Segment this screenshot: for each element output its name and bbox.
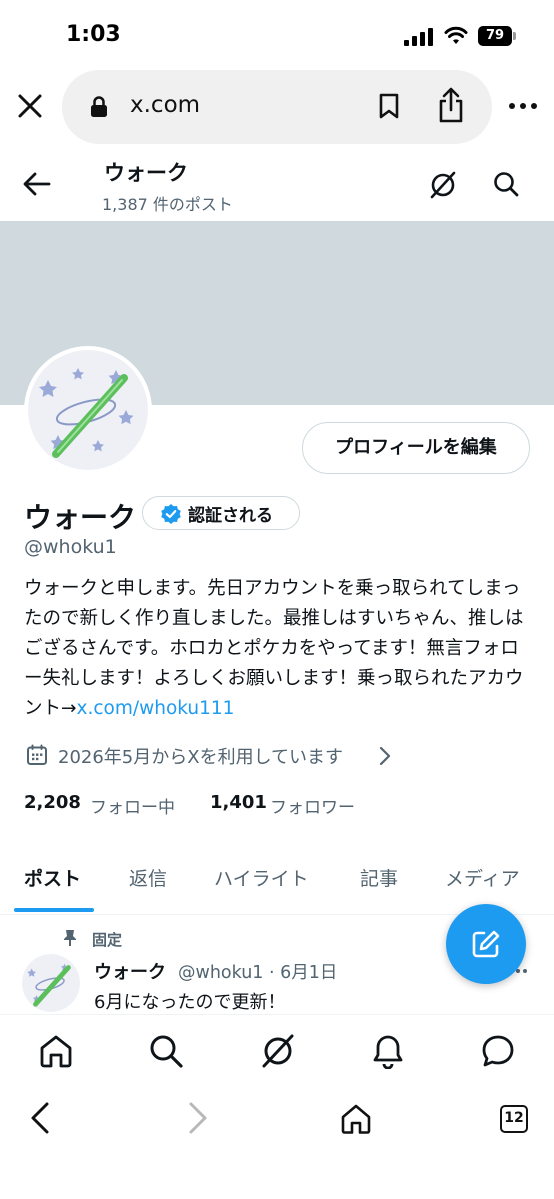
notifications-icon[interactable] — [370, 1033, 406, 1069]
pinned-label: 固定 — [92, 931, 123, 949]
chevron-right-icon[interactable] — [378, 746, 392, 766]
edit-profile-button[interactable]: プロフィールを編集 — [302, 422, 530, 474]
pin-icon — [64, 930, 76, 946]
tab-replies[interactable]: 返信 — [129, 864, 167, 891]
bookmark-icon[interactable] — [376, 92, 402, 120]
battery-tip — [513, 32, 516, 40]
cellular-signal-icon — [404, 28, 434, 46]
tabs-button[interactable]: 12 — [500, 1105, 528, 1133]
browser-forward-icon[interactable] — [186, 1100, 210, 1136]
compose-icon — [472, 930, 500, 958]
profile-avatar[interactable] — [24, 346, 152, 474]
joined-date[interactable]: 2026年5月からXを利用しています — [58, 743, 343, 769]
search-icon[interactable] — [492, 170, 520, 198]
close-icon[interactable] — [14, 90, 46, 122]
bio-link[interactable]: x.com/whoku111 — [77, 698, 235, 719]
post-text[interactable]: 6月になったので更新！ — [94, 988, 285, 1014]
profile-name: ウォーク — [24, 501, 137, 534]
browser-home-icon[interactable] — [340, 1103, 372, 1135]
browser-back-icon[interactable] — [28, 1100, 52, 1136]
url-text[interactable]: x.com — [130, 92, 200, 118]
compose-button[interactable] — [446, 904, 526, 984]
messages-icon[interactable] — [480, 1033, 516, 1069]
post-author-avatar[interactable] — [22, 954, 80, 1012]
profile-handle: @whoku1 — [24, 536, 117, 558]
browser-toolbar — [0, 1088, 554, 1199]
address-bar[interactable] — [62, 70, 492, 144]
calendar-icon — [27, 744, 47, 765]
share-icon[interactable] — [436, 86, 466, 124]
post-meta: @whoku1 · 6月1日 — [178, 963, 338, 983]
home-icon[interactable] — [38, 1033, 74, 1069]
status-time: 1:03 — [66, 22, 121, 47]
following-label[interactable]: フォロー中 — [90, 793, 175, 818]
grok-nav-icon[interactable] — [260, 1033, 296, 1069]
active-tab-indicator — [14, 908, 94, 912]
profile-bio: ウォークと申します。先日アカウントを乗っ取られてしまったので新しく作り直しました… — [24, 574, 534, 724]
more-icon[interactable] — [508, 100, 538, 112]
post-author-name[interactable]: ウォーク — [94, 958, 166, 984]
battery-indicator: 79 — [478, 26, 512, 46]
lock-icon — [91, 96, 107, 117]
tab-posts[interactable]: ポスト — [24, 864, 81, 891]
header-profile-name: ウォーク — [104, 161, 188, 185]
grok-icon[interactable] — [428, 170, 458, 200]
tab-articles[interactable]: 記事 — [360, 864, 398, 891]
search-nav-icon[interactable] — [148, 1033, 184, 1069]
tab-media[interactable]: メディア — [445, 864, 520, 891]
header-post-count: 1,387 件のポスト — [102, 195, 233, 214]
followers-count[interactable]: 1,401 — [210, 792, 267, 813]
following-count[interactable]: 2,208 — [24, 792, 81, 813]
verified-label[interactable]: 認証される — [188, 501, 273, 526]
back-arrow-icon[interactable] — [22, 170, 52, 198]
wifi-icon — [444, 26, 468, 44]
verified-check-icon — [161, 504, 181, 524]
followers-label[interactable]: フォロワー — [270, 793, 355, 818]
tab-highlights[interactable]: ハイライト — [214, 864, 309, 891]
